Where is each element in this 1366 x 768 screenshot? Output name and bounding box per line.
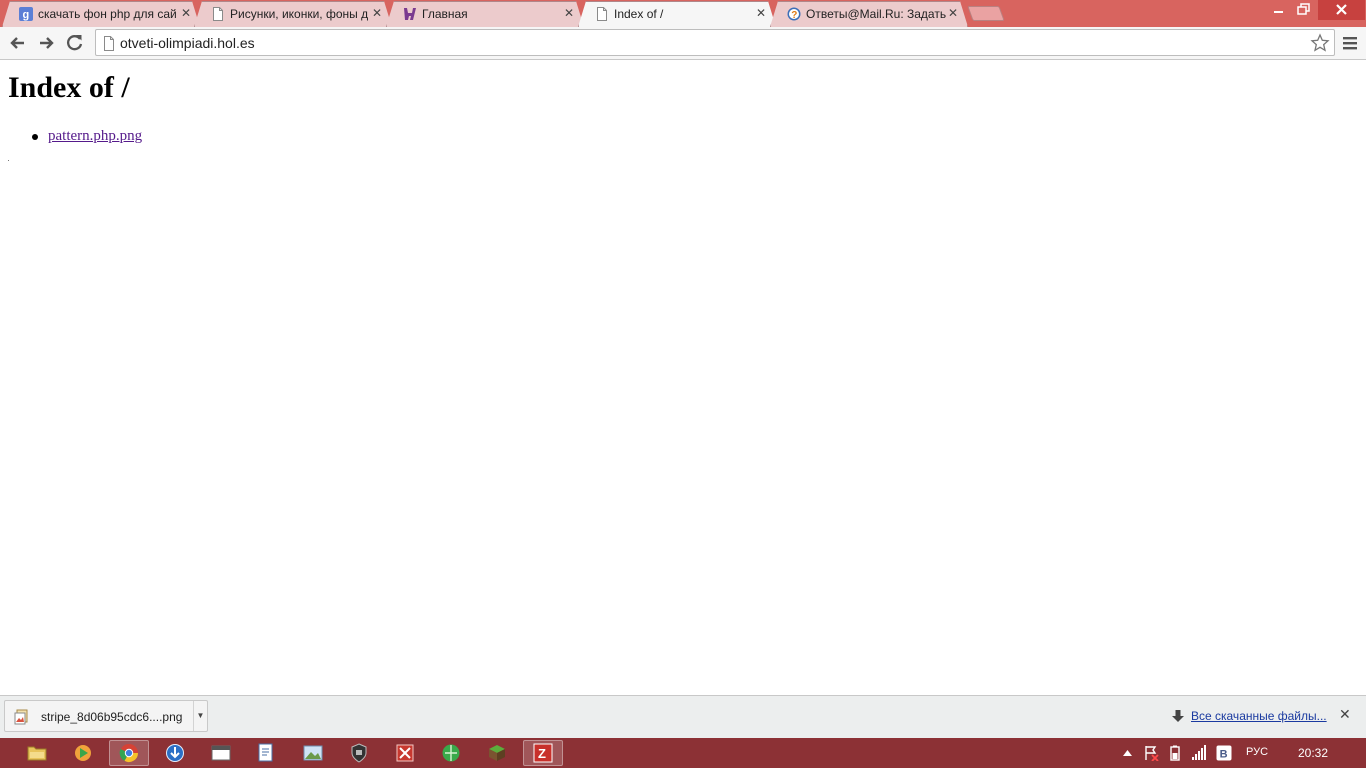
- minimize-icon: [1274, 11, 1283, 13]
- tab-title: Рисунки, иконки, фоны д: [230, 7, 369, 21]
- signal-strength-icon[interactable]: [1191, 745, 1207, 761]
- taskbar-network-app[interactable]: [431, 740, 471, 766]
- address-bar[interactable]: otveti-olimpiadi.hol.es: [95, 29, 1335, 56]
- browser-toolbar: otveti-olimpiadi.hol.es: [0, 27, 1366, 60]
- tab-close-icon[interactable]: ✕: [562, 6, 576, 20]
- chevron-down-icon: ▼: [196, 711, 205, 720]
- page-icon: [597, 7, 607, 21]
- stray-pixel: [8, 160, 9, 161]
- question-icon: ?: [787, 7, 801, 21]
- taskbar-media-player[interactable]: [63, 740, 103, 766]
- folder-icon: [27, 746, 47, 761]
- tab-title: скачать фон php для сай: [38, 7, 177, 21]
- battery-icon[interactable]: [1167, 745, 1183, 761]
- taskbar-editor[interactable]: [246, 740, 286, 766]
- download-circle-icon: [166, 744, 184, 762]
- tab-google-search[interactable]: g скачать фон php для сай ✕: [2, 1, 200, 27]
- picture-icon: [303, 745, 323, 761]
- action-center-flag-icon[interactable]: [1143, 745, 1159, 761]
- download-options-button[interactable]: ▼: [193, 701, 207, 731]
- tab-title: Index of /: [614, 7, 664, 21]
- back-arrow-icon[interactable]: [6, 31, 30, 55]
- media-player-icon: [75, 745, 91, 761]
- all-downloads-link[interactable]: Все скачанные файлы...: [1172, 709, 1327, 723]
- filezilla-icon: Z: [533, 743, 553, 763]
- restore-icon: [1297, 3, 1310, 15]
- taskbar-game-tanks[interactable]: [339, 740, 379, 766]
- page-icon: [213, 7, 223, 21]
- windows-taskbar: Z B РУС 20:32: [0, 738, 1366, 768]
- taskbar-explorer[interactable]: [17, 740, 57, 766]
- bookmark-star-icon[interactable]: [1310, 33, 1330, 53]
- tab-otvety-mail[interactable]: ? Ответы@Mail.Ru: Задать ✕: [770, 1, 968, 27]
- chrome-icon: [119, 744, 138, 763]
- tab-drawings[interactable]: Рисунки, иконки, фоны д ✕: [194, 1, 392, 27]
- window-app-icon: [211, 745, 231, 761]
- tab-close-icon[interactable]: ✕: [370, 6, 384, 20]
- red-tool-icon: [396, 744, 414, 762]
- address-url: otveti-olimpiadi.hol.es: [120, 35, 255, 51]
- tray-expand-icon[interactable]: [1123, 750, 1132, 756]
- tab-main[interactable]: Главная ✕: [386, 1, 584, 27]
- svg-text:?: ?: [791, 10, 797, 21]
- tab-close-icon[interactable]: ✕: [754, 6, 768, 20]
- page-title: Index of /: [8, 71, 130, 104]
- green-globe-icon: [442, 744, 460, 762]
- forward-arrow-icon[interactable]: [34, 31, 58, 55]
- image-file-icon: [14, 709, 28, 725]
- h-logo-icon: [404, 8, 416, 20]
- file-link-pattern[interactable]: pattern.php.png: [48, 128, 142, 144]
- download-shelf: stripe_8d06b95cdc6....png ▼ Все скачанны…: [0, 695, 1366, 738]
- tab-close-icon[interactable]: ✕: [946, 6, 960, 20]
- all-downloads-label: Все скачанные файлы...: [1191, 709, 1327, 723]
- taskbar-window-app[interactable]: [201, 740, 241, 766]
- grass-block-icon: [489, 745, 505, 761]
- new-tab-button[interactable]: [967, 6, 1005, 21]
- taskbar-filezilla[interactable]: Z: [523, 740, 563, 766]
- restore-button[interactable]: [1292, 0, 1316, 20]
- download-filename: stripe_8d06b95cdc6....png: [41, 710, 183, 724]
- download-arrow-icon: [1172, 710, 1184, 722]
- list-item: pattern.php.png: [28, 128, 142, 145]
- minimize-button[interactable]: [1268, 0, 1290, 20]
- keyboard-language[interactable]: РУС: [1246, 746, 1268, 758]
- shield-icon: [351, 743, 367, 763]
- close-icon: [1336, 4, 1347, 15]
- document-edit-icon: [258, 743, 273, 762]
- window-close-button[interactable]: [1318, 0, 1365, 20]
- tab-title: Ответы@Mail.Ru: Задать: [806, 7, 946, 21]
- taskbar-app-red[interactable]: [385, 740, 425, 766]
- taskbar-clock[interactable]: 20:32: [1298, 746, 1328, 760]
- taskbar-image-viewer[interactable]: [293, 740, 333, 766]
- reload-icon[interactable]: [63, 31, 87, 55]
- tab-index-of[interactable]: Index of / ✕: [578, 1, 776, 27]
- page-content: Index of / pattern.php.png: [0, 61, 1366, 695]
- taskbar-minecraft[interactable]: [477, 740, 517, 766]
- menu-icon[interactable]: [1340, 33, 1360, 53]
- tab-close-icon[interactable]: ✕: [179, 6, 193, 20]
- tab-strip: g скачать фон php для сай ✕ Рисунки, ико…: [0, 0, 1366, 27]
- download-item[interactable]: stripe_8d06b95cdc6....png ▼: [4, 700, 208, 732]
- svg-text:g: g: [23, 9, 30, 21]
- taskbar-chrome[interactable]: [109, 740, 149, 766]
- vk-b-icon[interactable]: B: [1216, 745, 1232, 761]
- page-icon: [104, 36, 114, 51]
- tab-title: Главная: [422, 7, 468, 21]
- google-icon: g: [19, 7, 33, 21]
- taskbar-download-manager[interactable]: [155, 740, 195, 766]
- svg-text:B: B: [1220, 749, 1228, 761]
- shelf-close-icon[interactable]: ✕: [1339, 707, 1351, 723]
- file-list: pattern.php.png: [28, 128, 142, 145]
- svg-text:Z: Z: [538, 746, 546, 761]
